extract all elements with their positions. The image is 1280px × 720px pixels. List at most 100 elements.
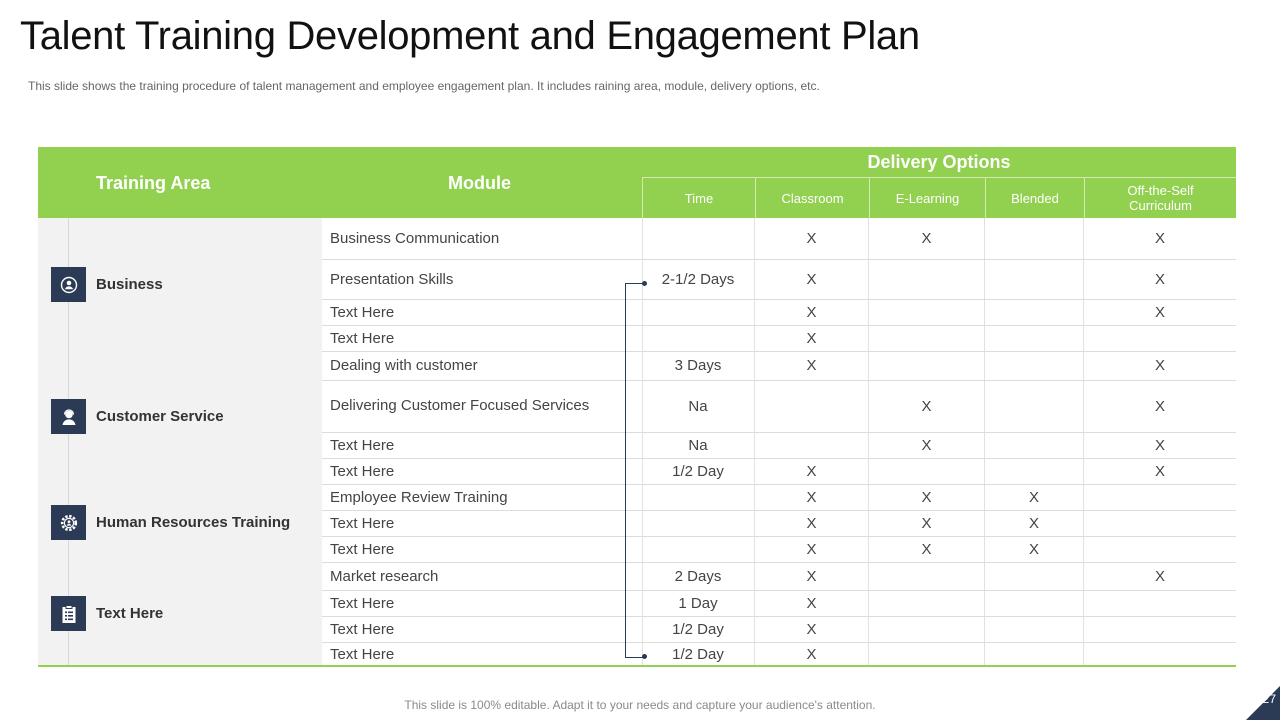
cell-classroom: X xyxy=(806,594,817,612)
cell-blended xyxy=(985,351,1083,380)
cell-off-the-self xyxy=(1084,590,1236,616)
table-row: Text Here 1/2 Day X X xyxy=(322,458,1236,485)
table-row: Market research 2 Days X X xyxy=(322,562,1236,591)
cell-off-the-self: X xyxy=(1154,303,1165,321)
cell-blended: X xyxy=(1028,540,1039,558)
cell-time: 1/2 Day xyxy=(672,620,724,638)
cell-module: Text Here xyxy=(330,436,395,454)
slide-footer: This slide is 100% editable. Adapt it to… xyxy=(404,698,876,712)
cell-time: Na xyxy=(688,397,708,415)
cell-classroom: X xyxy=(806,488,817,506)
table-header: Training Area Module Delivery Options Ti… xyxy=(38,147,1236,218)
cell-module: Text Here xyxy=(330,514,395,532)
person-circle-icon xyxy=(51,267,86,302)
table-row: Text Here X X X xyxy=(322,536,1236,563)
header-delivery-options: Delivery Options xyxy=(642,147,1236,178)
training-area-customer-service: Customer Service xyxy=(51,399,224,434)
cell-off-the-self xyxy=(1084,325,1236,351)
cell-elearning: X xyxy=(921,514,932,532)
cell-classroom: X xyxy=(806,514,817,532)
cell-blended xyxy=(985,432,1083,458)
cell-blended xyxy=(985,380,1083,432)
cell-module: Text Here xyxy=(330,594,395,612)
cell-blended: X xyxy=(1028,488,1039,506)
cell-classroom: X xyxy=(806,230,817,247)
training-area-label: Human Resources Training xyxy=(96,514,291,531)
table-row: Text Here X xyxy=(322,325,1236,352)
cell-classroom xyxy=(755,380,868,432)
cell-module: Text Here xyxy=(330,620,395,638)
table-row: Text Here X X xyxy=(322,299,1236,326)
cell-time: 1/2 Day xyxy=(672,645,724,663)
cell-module: Text Here xyxy=(330,303,395,321)
cell-elearning: X xyxy=(921,540,932,558)
cell-elearning xyxy=(869,351,984,380)
training-area-business: Business xyxy=(51,267,163,302)
cell-time xyxy=(642,536,754,562)
table-row: Text Here X X X xyxy=(322,510,1236,537)
training-area-text-here: Text Here xyxy=(51,596,163,631)
cell-blended xyxy=(985,458,1083,484)
cell-off-the-self xyxy=(1084,642,1236,666)
cell-off-the-self: X xyxy=(1154,230,1165,247)
cell-time: 1 Day xyxy=(678,594,718,612)
table-row: Text Here 1/2 Day X xyxy=(322,616,1236,643)
table-row: Presentation Skills 2-1/2 Days X X xyxy=(322,259,1236,300)
cell-classroom xyxy=(755,432,868,458)
cell-off-the-self: X xyxy=(1154,436,1165,454)
cell-time: 2-1/2 Days xyxy=(661,270,735,288)
cell-elearning xyxy=(869,259,984,299)
header-off-the-self-curriculum: Off-the-Self Curriculum xyxy=(1084,178,1236,218)
cell-elearning: X xyxy=(921,488,932,506)
cell-elearning xyxy=(869,590,984,616)
header-module: Module xyxy=(448,173,511,193)
cell-time xyxy=(642,325,754,351)
cell-module: Delivering Customer Focused Services xyxy=(330,397,590,414)
table-row: Text Here 1/2 Day X xyxy=(322,642,1236,666)
cell-elearning xyxy=(869,642,984,666)
cell-classroom: X xyxy=(806,645,817,663)
table-row: Business Communication X X X xyxy=(322,218,1236,260)
cell-time: Na xyxy=(688,436,708,454)
cell-module: Presentation Skills xyxy=(330,270,454,288)
cell-blended xyxy=(985,299,1083,325)
cell-classroom: X xyxy=(806,303,817,321)
clipboard-icon xyxy=(51,596,86,631)
cell-module: Market research xyxy=(330,567,439,585)
cell-blended xyxy=(985,218,1083,259)
table-row: Employee Review Training X X X xyxy=(322,484,1236,511)
cell-elearning: X xyxy=(921,230,932,247)
cell-blended: X xyxy=(1028,514,1039,532)
cell-off-the-self: X xyxy=(1154,462,1165,480)
cell-classroom: X xyxy=(806,357,817,374)
cell-elearning: X xyxy=(921,436,932,454)
cell-elearning xyxy=(869,299,984,325)
cell-blended xyxy=(985,325,1083,351)
cell-off-the-self: X xyxy=(1154,397,1165,415)
cell-time: 2 Days xyxy=(674,567,722,585)
cell-off-the-self: X xyxy=(1154,567,1165,585)
table-row: Text Here 1 Day X xyxy=(322,590,1236,617)
header-time: Time xyxy=(642,178,755,218)
header-training-area: Training Area xyxy=(96,173,211,193)
cell-classroom: X xyxy=(806,329,817,347)
slide-subtitle: This slide shows the training procedure … xyxy=(28,79,820,93)
cell-blended xyxy=(985,590,1083,616)
cell-blended xyxy=(985,642,1083,666)
cell-module: Text Here xyxy=(330,540,395,558)
training-area-human-resources: Human Resources Training xyxy=(51,505,290,540)
cell-time xyxy=(642,218,754,259)
cell-classroom: X xyxy=(806,620,817,638)
cell-elearning: X xyxy=(921,397,932,415)
cell-time xyxy=(642,299,754,325)
cell-module: Business Communication xyxy=(330,230,500,247)
header-elearning: E-Learning xyxy=(869,178,985,218)
time-bracket-connector xyxy=(625,283,646,658)
slide-title: Talent Training Development and Engageme… xyxy=(20,14,920,58)
page-number: 27 xyxy=(1262,692,1276,706)
cell-module: Employee Review Training xyxy=(330,488,508,506)
cell-time: 3 Days xyxy=(674,357,722,374)
training-area-label: Text Here xyxy=(96,605,164,622)
cell-off-the-self xyxy=(1084,484,1236,510)
header-blended: Blended xyxy=(985,178,1084,218)
